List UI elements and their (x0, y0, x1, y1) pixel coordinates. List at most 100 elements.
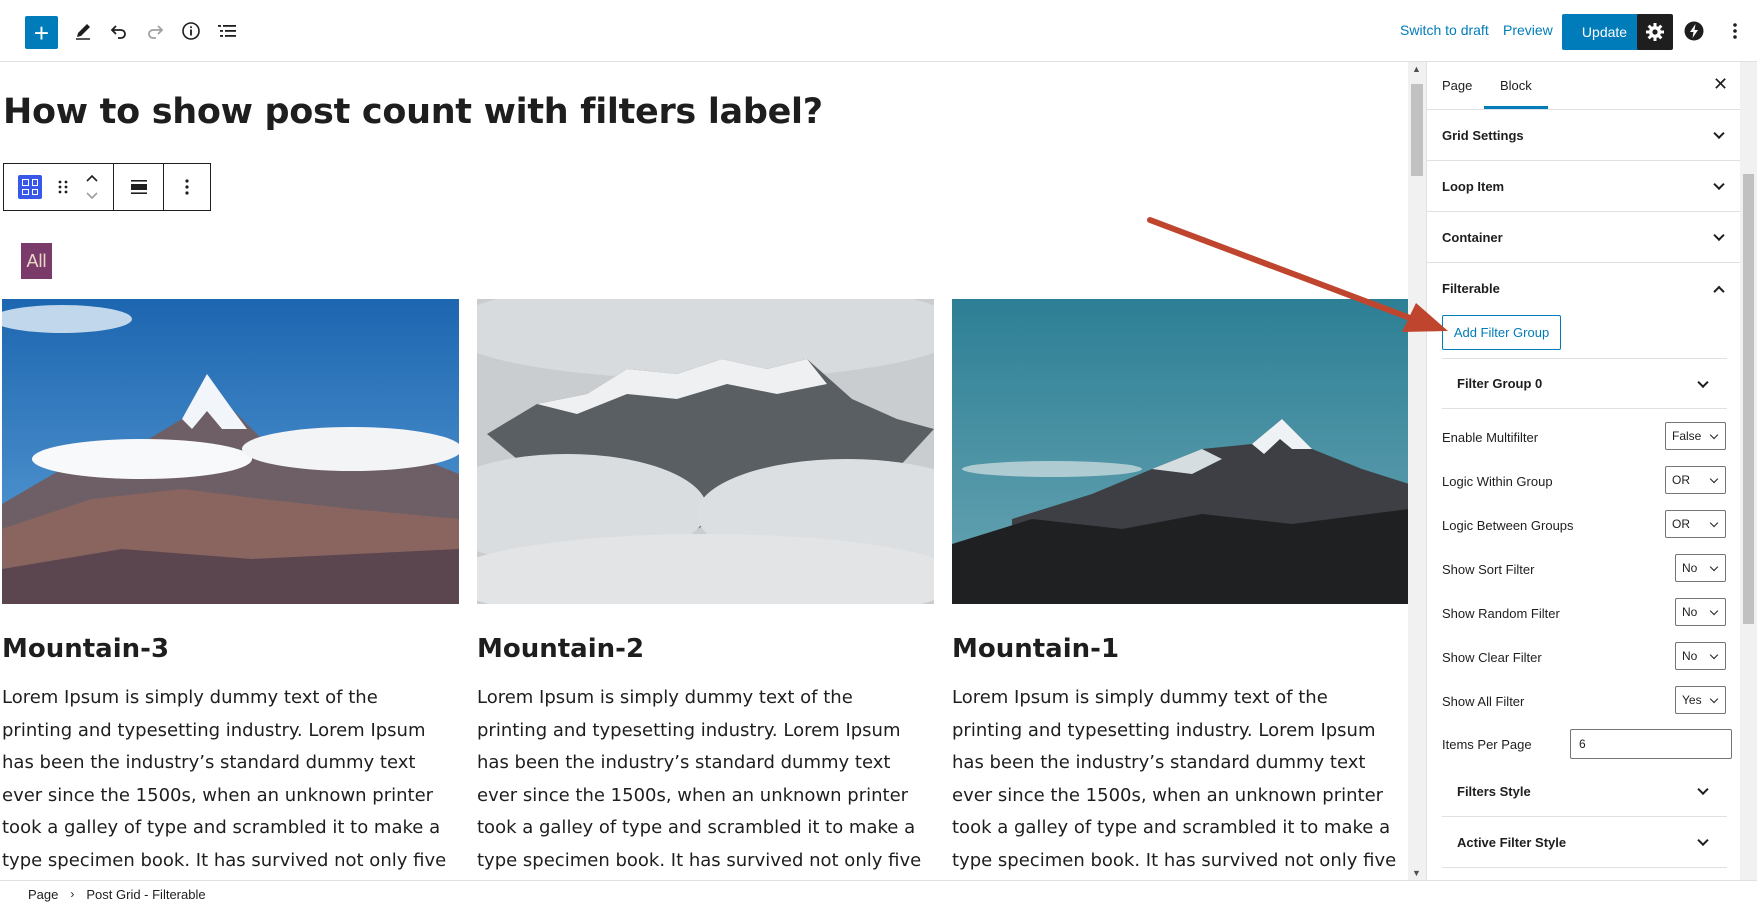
more-vertical-icon (185, 179, 189, 195)
list-view-button[interactable] (210, 14, 244, 48)
tools-button[interactable] (66, 14, 100, 48)
breadcrumb: Page › Post Grid - Filterable (0, 880, 1757, 907)
update-button[interactable]: Update (1562, 14, 1647, 50)
select-value: OR (1672, 473, 1690, 487)
chevron-down-icon (1709, 474, 1719, 484)
panel-loop-item[interactable]: Loop Item (1427, 161, 1741, 212)
post-title-link[interactable]: Mountain-3 (2, 634, 459, 664)
panel-title: Filters Style (1457, 783, 1531, 799)
items-per-page-input[interactable]: 6 (1570, 729, 1732, 759)
chevron-down-icon (1697, 834, 1709, 847)
post-title-link[interactable]: Mountain-2 (477, 634, 934, 664)
breadcrumb-item[interactable]: Page (28, 887, 58, 902)
chevron-down-icon (1709, 606, 1719, 616)
plugin-button[interactable] (1677, 14, 1711, 48)
field-label: Items Per Page (1442, 737, 1532, 752)
details-button[interactable] (174, 14, 208, 48)
filter-group-title: Filter Group 0 (1457, 376, 1543, 391)
select-value: No (1682, 605, 1698, 619)
block-options-button[interactable] (164, 164, 210, 210)
plus-icon: + (33, 17, 50, 48)
post-card: Mountain-2 Lorem Ipsum is simply dummy t… (477, 299, 934, 880)
move-up-down-icon[interactable] (85, 172, 99, 202)
select-value: No (1682, 649, 1698, 663)
field-label: Show Sort Filter (1442, 562, 1535, 577)
chevron-down-icon (1709, 518, 1719, 528)
options-button[interactable] (1718, 14, 1752, 48)
panel-title: Container (1442, 229, 1503, 245)
field-label: Show All Filter (1442, 694, 1525, 709)
settings-sidebar: Page Block ✕ Grid Settings Loop Item Con… (1426, 62, 1741, 880)
post-image[interactable] (477, 299, 934, 604)
chevron-down-icon (1713, 127, 1725, 140)
add-filter-group-button[interactable]: Add Filter Group (1442, 315, 1561, 350)
show-sort-filter-field: Show Sort Filter No (1442, 554, 1730, 584)
panel-container[interactable]: Container (1427, 212, 1741, 263)
post-image[interactable] (952, 299, 1408, 604)
panel-title: Grid Settings (1442, 127, 1524, 143)
switch-to-draft-button[interactable]: Switch to draft (1400, 22, 1489, 38)
preview-button[interactable]: Preview (1503, 22, 1553, 38)
post-excerpt: Lorem Ipsum is simply dummy text of the … (952, 687, 1397, 871)
filters-style-toggle[interactable]: Filters Style (1442, 766, 1727, 817)
post-card: Mountain-3 Lorem Ipsum is simply dummy t… (2, 299, 459, 880)
show-clear-filter-select[interactable]: No (1675, 642, 1726, 670)
panel-filterable[interactable]: Filterable (1427, 263, 1741, 314)
logic-between-groups-field: Logic Between Groups OR (1442, 510, 1730, 540)
active-filter-style-toggle[interactable]: Active Filter Style (1442, 817, 1727, 868)
logic-between-groups-select[interactable]: OR (1665, 510, 1726, 538)
select-value: OR (1672, 517, 1690, 531)
gear-icon (1646, 23, 1664, 41)
add-block-button[interactable]: + (25, 16, 58, 49)
post-excerpt: Lorem Ipsum is simply dummy text of the … (477, 687, 922, 871)
enable-multifilter-select[interactable]: False (1665, 422, 1726, 450)
chevron-right-icon: › (70, 887, 75, 901)
align-button[interactable] (114, 164, 164, 210)
select-value: No (1682, 561, 1698, 575)
show-clear-filter-field: Show Clear Filter No (1442, 642, 1730, 672)
pencil-icon (76, 24, 90, 40)
bolt-icon (1684, 21, 1704, 41)
show-sort-filter-select[interactable]: No (1675, 554, 1726, 582)
post-image[interactable] (2, 299, 459, 604)
panel-grid-settings[interactable]: Grid Settings (1427, 110, 1741, 161)
post-grid-icon[interactable] (18, 175, 43, 199)
tab-page[interactable]: Page (1442, 78, 1472, 93)
logic-within-group-field: Logic Within Group OR (1442, 466, 1730, 496)
scroll-thumb[interactable] (1411, 84, 1423, 176)
items-per-page-field: Items Per Page 6 (1442, 729, 1732, 759)
panel-title: Loop Item (1442, 178, 1505, 194)
tab-block[interactable]: Block (1484, 78, 1548, 109)
post-title[interactable]: How to show post count with filters labe… (3, 92, 823, 132)
post-title-link[interactable]: Mountain-1 (952, 634, 1408, 664)
chevron-up-icon (1713, 285, 1725, 297)
redo-icon (148, 25, 164, 39)
chevron-down-icon (1709, 430, 1719, 440)
scroll-up-arrow-icon[interactable]: ▲ (1412, 64, 1421, 74)
filter-all-button[interactable]: All (21, 243, 52, 279)
chevron-down-icon (1713, 178, 1725, 191)
sidebar-scrollbar[interactable] (1740, 62, 1757, 880)
filter-group-toggle[interactable]: Filter Group 0 (1442, 358, 1727, 409)
drag-handle-icon[interactable] (58, 179, 68, 195)
chevron-down-icon (1713, 229, 1725, 242)
undo-icon (110, 25, 126, 39)
editor-canvas: How to show post count with filters labe… (0, 62, 1408, 880)
show-all-filter-field: Show All Filter Yes (1442, 686, 1730, 716)
breadcrumb-item[interactable]: Post Grid - Filterable (86, 887, 205, 902)
canvas-scrollbar[interactable]: ▲ ▼ (1408, 62, 1426, 880)
scroll-down-arrow-icon[interactable]: ▼ (1412, 868, 1421, 878)
settings-button[interactable] (1637, 14, 1673, 50)
logic-within-group-select[interactable]: OR (1665, 466, 1726, 494)
select-value: False (1672, 429, 1702, 443)
redo-button[interactable] (138, 14, 172, 48)
close-icon[interactable]: ✕ (1713, 74, 1728, 95)
field-label: Logic Between Groups (1442, 518, 1574, 533)
chevron-down-icon (1709, 562, 1719, 572)
show-random-filter-select[interactable]: No (1675, 598, 1726, 626)
show-all-filter-select[interactable]: Yes (1675, 686, 1726, 714)
scroll-thumb[interactable] (1743, 174, 1754, 624)
post-excerpt: Lorem Ipsum is simply dummy text of the … (2, 687, 447, 871)
undo-button[interactable] (102, 14, 136, 48)
chevron-down-icon (1709, 650, 1719, 660)
